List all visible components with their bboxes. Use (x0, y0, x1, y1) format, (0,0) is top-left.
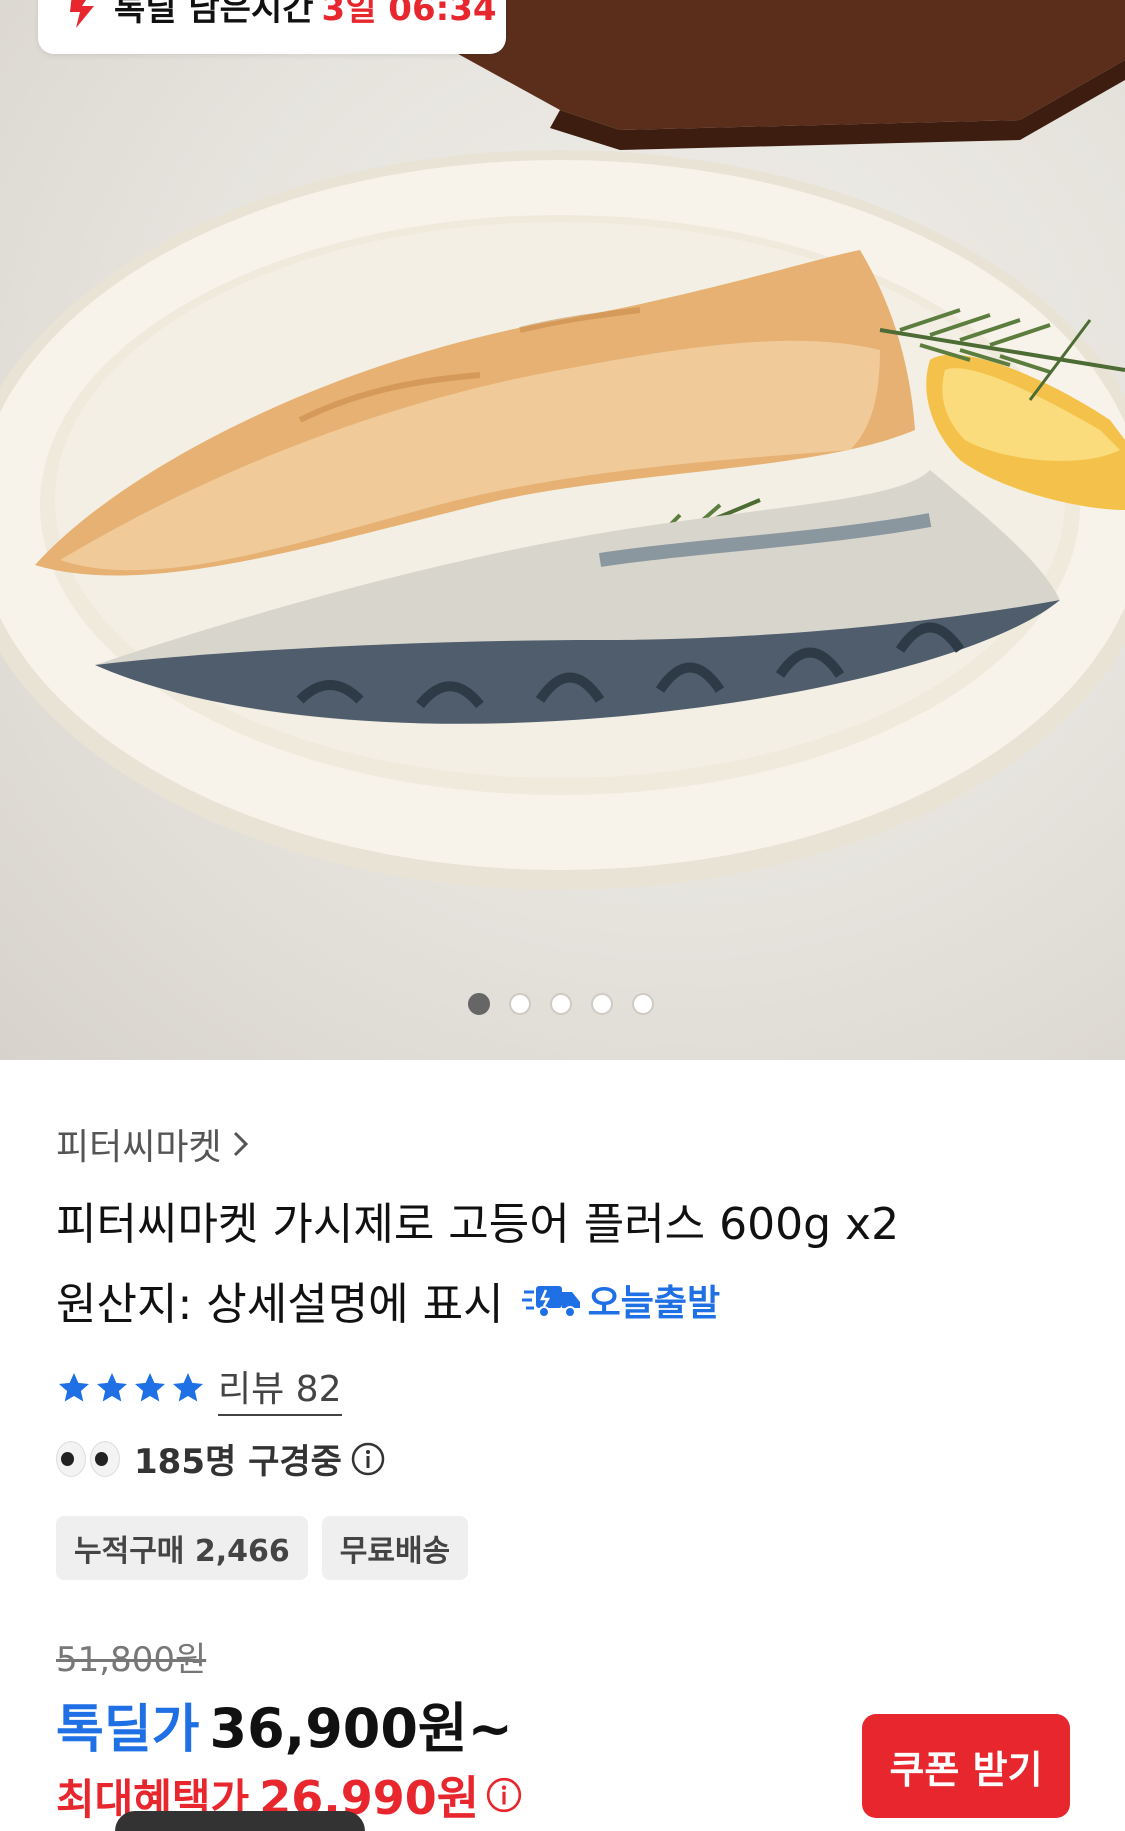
eyes-icon (56, 1440, 120, 1477)
viewing-text: 185명 구경중 (134, 1442, 342, 1482)
product-title: 피터씨마켓 가시제로 고등어 플러스 600g x2 (56, 1199, 900, 1250)
tag-free-shipping: 무료배송 (321, 1516, 469, 1580)
info-icon[interactable] (485, 1776, 523, 1814)
carousel-dot-1[interactable] (468, 993, 490, 1015)
star-icon (59, 1373, 89, 1402)
seller-link[interactable]: 피터씨마켓 (56, 1118, 250, 1170)
carousel-dot-3[interactable] (550, 993, 572, 1015)
star-icon (97, 1373, 127, 1402)
chevron-right-icon (233, 1131, 248, 1157)
shipping-badge: 오늘출발 (521, 1274, 721, 1326)
seller-name: 피터씨마켓 (56, 1127, 222, 1168)
star-rating (56, 1370, 206, 1406)
star-icon (173, 1373, 203, 1402)
deal-timer: 톡딜 남은시간 3일 06:34 (38, 0, 506, 54)
timer-value: 3일 06:34 (321, 0, 497, 29)
origin-text: 원산지: 상세설명에 표시 (56, 1279, 504, 1330)
deal-price: 36,900원~ (209, 1697, 513, 1760)
star-icon (135, 1373, 165, 1402)
deal-price-row: 톡딜가 36,900원~ (56, 1684, 513, 1763)
shipping-badge-label: 오늘출발 (587, 1283, 721, 1324)
carousel-dot-4[interactable] (591, 993, 613, 1015)
carousel-dot-5[interactable] (632, 993, 654, 1015)
tag-list: 누적구매 2,466 무료배송 (56, 1516, 469, 1580)
coupon-button[interactable]: 쿠폰 받기 (862, 1714, 1070, 1818)
timer-label: 톡딜 남은시간 (114, 0, 314, 29)
info-icon[interactable] (350, 1441, 386, 1477)
tag-purchase-count: 누적구매 2,466 (56, 1516, 308, 1580)
lightning-icon (70, 0, 94, 28)
delivery-truck-icon (521, 1286, 580, 1318)
review-link[interactable]: 리뷰 82 (218, 1360, 342, 1416)
carousel-dot-2[interactable] (509, 993, 531, 1015)
product-image-carousel[interactable]: 톡딜 남은시간 3일 06:34 (0, 0, 1125, 1060)
original-price: 51,800원 (56, 1640, 207, 1680)
rating-row: 리뷰 82 (56, 1360, 342, 1416)
viewing-count: 185명 구경중 (56, 1434, 386, 1483)
carousel-indicator (468, 993, 654, 1015)
product-photo (0, 0, 1125, 890)
deal-price-label: 톡딜가 (56, 1700, 200, 1760)
origin-row: 원산지: 상세설명에 표시 오늘출발 (56, 1268, 720, 1332)
floating-tab-handle (115, 1811, 365, 1831)
